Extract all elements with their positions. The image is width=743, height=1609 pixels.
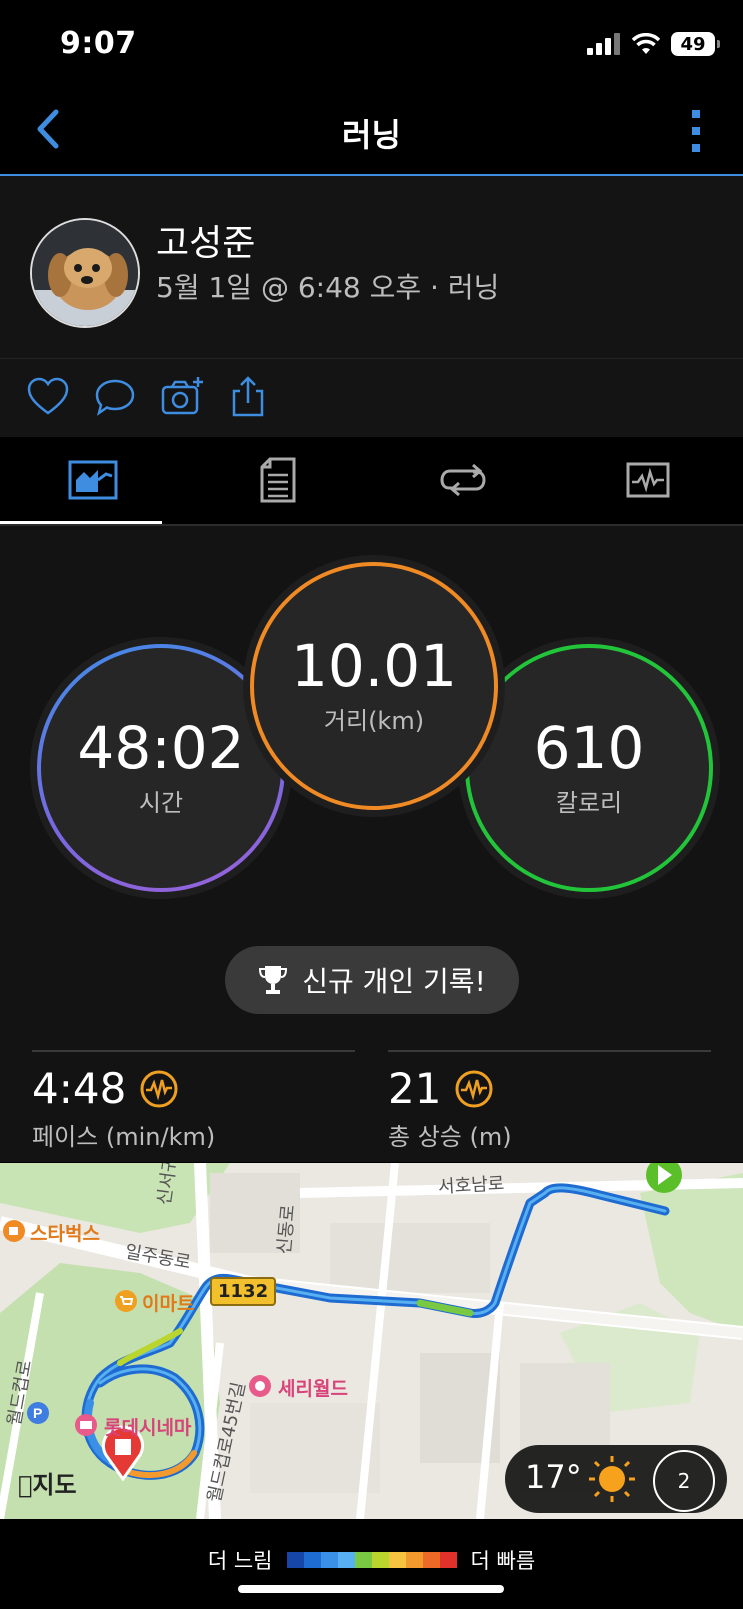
pace-legend: 더 느림 더 빠름 <box>0 1519 743 1609</box>
like-heart-icon[interactable] <box>26 375 70 419</box>
tab-details[interactable] <box>185 438 370 522</box>
home-indicator[interactable] <box>238 1585 504 1593</box>
legend-swatch-9 <box>422 1552 440 1568</box>
legend-swatch-3 <box>320 1552 338 1568</box>
map-attribution: 지도 <box>18 1465 77 1500</box>
legend-color-scale <box>286 1552 457 1568</box>
share-icon[interactable] <box>226 375 270 419</box>
wind-speed: 2 <box>677 1469 691 1493</box>
poi-starbucks[interactable]: 스타벅스 <box>30 1219 100 1246</box>
cinema-icon <box>75 1414 97 1436</box>
activity-screen: 9:07 49 러닝 고성준 5월 1일 @ 6:48 오후 · 러닝 48:0… <box>0 0 743 1609</box>
elevation-graph-icon <box>455 1070 493 1107</box>
legend-swatch-5 <box>354 1552 372 1568</box>
activity-meta: 5월 1일 @ 6:48 오후 · 러닝 <box>156 271 500 304</box>
road-label-sindongro: 신동로 <box>273 1203 300 1256</box>
poi-seriworld[interactable]: 세리월드 <box>278 1374 348 1401</box>
tab-charts[interactable] <box>555 438 740 522</box>
wifi-icon <box>631 33 661 54</box>
active-tab-underline <box>0 521 162 524</box>
poi-lottecinema[interactable]: 롯데시네마 <box>104 1413 191 1440</box>
ascent-metric[interactable]: 21 총 상승 (m) <box>388 1064 512 1152</box>
nav-bar: 러닝 <box>0 88 743 176</box>
ascent-value-row: 21 <box>388 1064 512 1113</box>
tab-bar <box>0 438 743 526</box>
dog-photo-icon <box>32 220 138 326</box>
pace-value-row: 4:48 <box>32 1064 215 1113</box>
calories-stat-circle: 610 칼로리 <box>465 644 713 892</box>
attraction-icon <box>249 1375 271 1397</box>
comment-icon[interactable] <box>93 375 137 419</box>
status-icons: 49 <box>587 32 720 56</box>
ascent-value: 21 <box>388 1064 442 1113</box>
personal-record-button[interactable]: 신규 개인 기록! <box>225 946 519 1014</box>
action-bar <box>0 359 743 437</box>
status-time: 9:07 <box>60 26 137 61</box>
time-value: 48:02 <box>77 713 245 782</box>
poi-emart[interactable]: 이마트 <box>142 1289 194 1316</box>
calories-label: 칼로리 <box>555 788 623 817</box>
legend-fast-label: 더 빠름 <box>470 1549 536 1573</box>
more-options-icon[interactable] <box>689 108 703 154</box>
tab-overview[interactable] <box>0 438 185 524</box>
laps-loop-icon <box>439 463 486 497</box>
route-map[interactable]: 1132 스타벅스 이마트 세리월드 롯데시네마 P 일주동로 서호남로 신서귀… <box>0 1163 743 1519</box>
time-label: 시간 <box>138 788 184 817</box>
document-list-icon <box>260 457 295 503</box>
map-attribution-label: 지도 <box>18 1471 76 1499</box>
sun-icon <box>589 1456 635 1502</box>
overview-chart-icon <box>68 460 117 500</box>
heart-rate-chart-icon <box>626 462 669 498</box>
shopping-cart-icon <box>115 1290 137 1312</box>
distance-value: 10.01 <box>290 631 458 700</box>
legend-swatch-8 <box>405 1552 423 1568</box>
start-flag-icon <box>646 1163 682 1193</box>
pace-metric[interactable]: 4:48 페이스 (min/km) <box>32 1064 215 1152</box>
distance-stat-circle: 10.01 거리(km) <box>250 562 498 810</box>
cellular-signal-icon <box>587 33 620 55</box>
user-name[interactable]: 고성준 <box>156 214 255 266</box>
route-1132-shield: 1132 <box>210 1277 277 1306</box>
weather-widget: 17° 2 <box>505 1445 727 1513</box>
divider-left <box>32 1050 355 1052</box>
personal-record-label: 신규 개인 기록! <box>302 965 486 998</box>
activity-header: 고성준 5월 1일 @ 6:48 오후 · 러닝 <box>0 176 743 359</box>
calories-value: 610 <box>533 713 645 782</box>
legend-slow-label: 더 느림 <box>207 1549 273 1573</box>
legend-swatch-6 <box>371 1552 389 1568</box>
legend-swatch-1 <box>286 1552 304 1568</box>
svg-text:P: P <box>33 1405 42 1421</box>
page-title: 러닝 <box>342 116 401 154</box>
trophy-icon <box>259 966 288 994</box>
road-label-seohonamro: 서호남로 <box>437 1173 505 1198</box>
time-stat-circle: 48:02 시간 <box>37 644 285 892</box>
apple-logo-icon:  <box>18 1471 32 1499</box>
tab-laps[interactable] <box>370 438 555 522</box>
distance-label: 거리(km) <box>323 706 425 735</box>
legend-swatch-4 <box>337 1552 355 1568</box>
pace-value: 4:48 <box>32 1064 127 1113</box>
legend-swatch-2 <box>303 1552 321 1568</box>
divider-right <box>388 1050 711 1052</box>
temperature: 17° <box>525 1458 582 1496</box>
ascent-label: 총 상승 (m) <box>388 1123 512 1151</box>
cafe-icon <box>3 1220 25 1242</box>
legend-swatch-10 <box>439 1552 457 1568</box>
legend-swatch-7 <box>388 1552 406 1568</box>
stats-panel: 48:02 시간 610 칼로리 10.01 거리(km) 신규 개인 기록! … <box>0 526 743 1162</box>
pace-label: 페이스 (min/km) <box>32 1123 216 1151</box>
status-bar: 9:07 49 <box>0 0 743 88</box>
pace-graph-icon <box>140 1070 178 1107</box>
wind-indicator: 2 <box>653 1450 715 1512</box>
battery-indicator: 49 <box>671 32 720 56</box>
avatar[interactable] <box>30 218 140 328</box>
add-photo-icon[interactable] <box>160 375 204 419</box>
legend-row: 더 느림 더 빠름 <box>0 1545 743 1575</box>
